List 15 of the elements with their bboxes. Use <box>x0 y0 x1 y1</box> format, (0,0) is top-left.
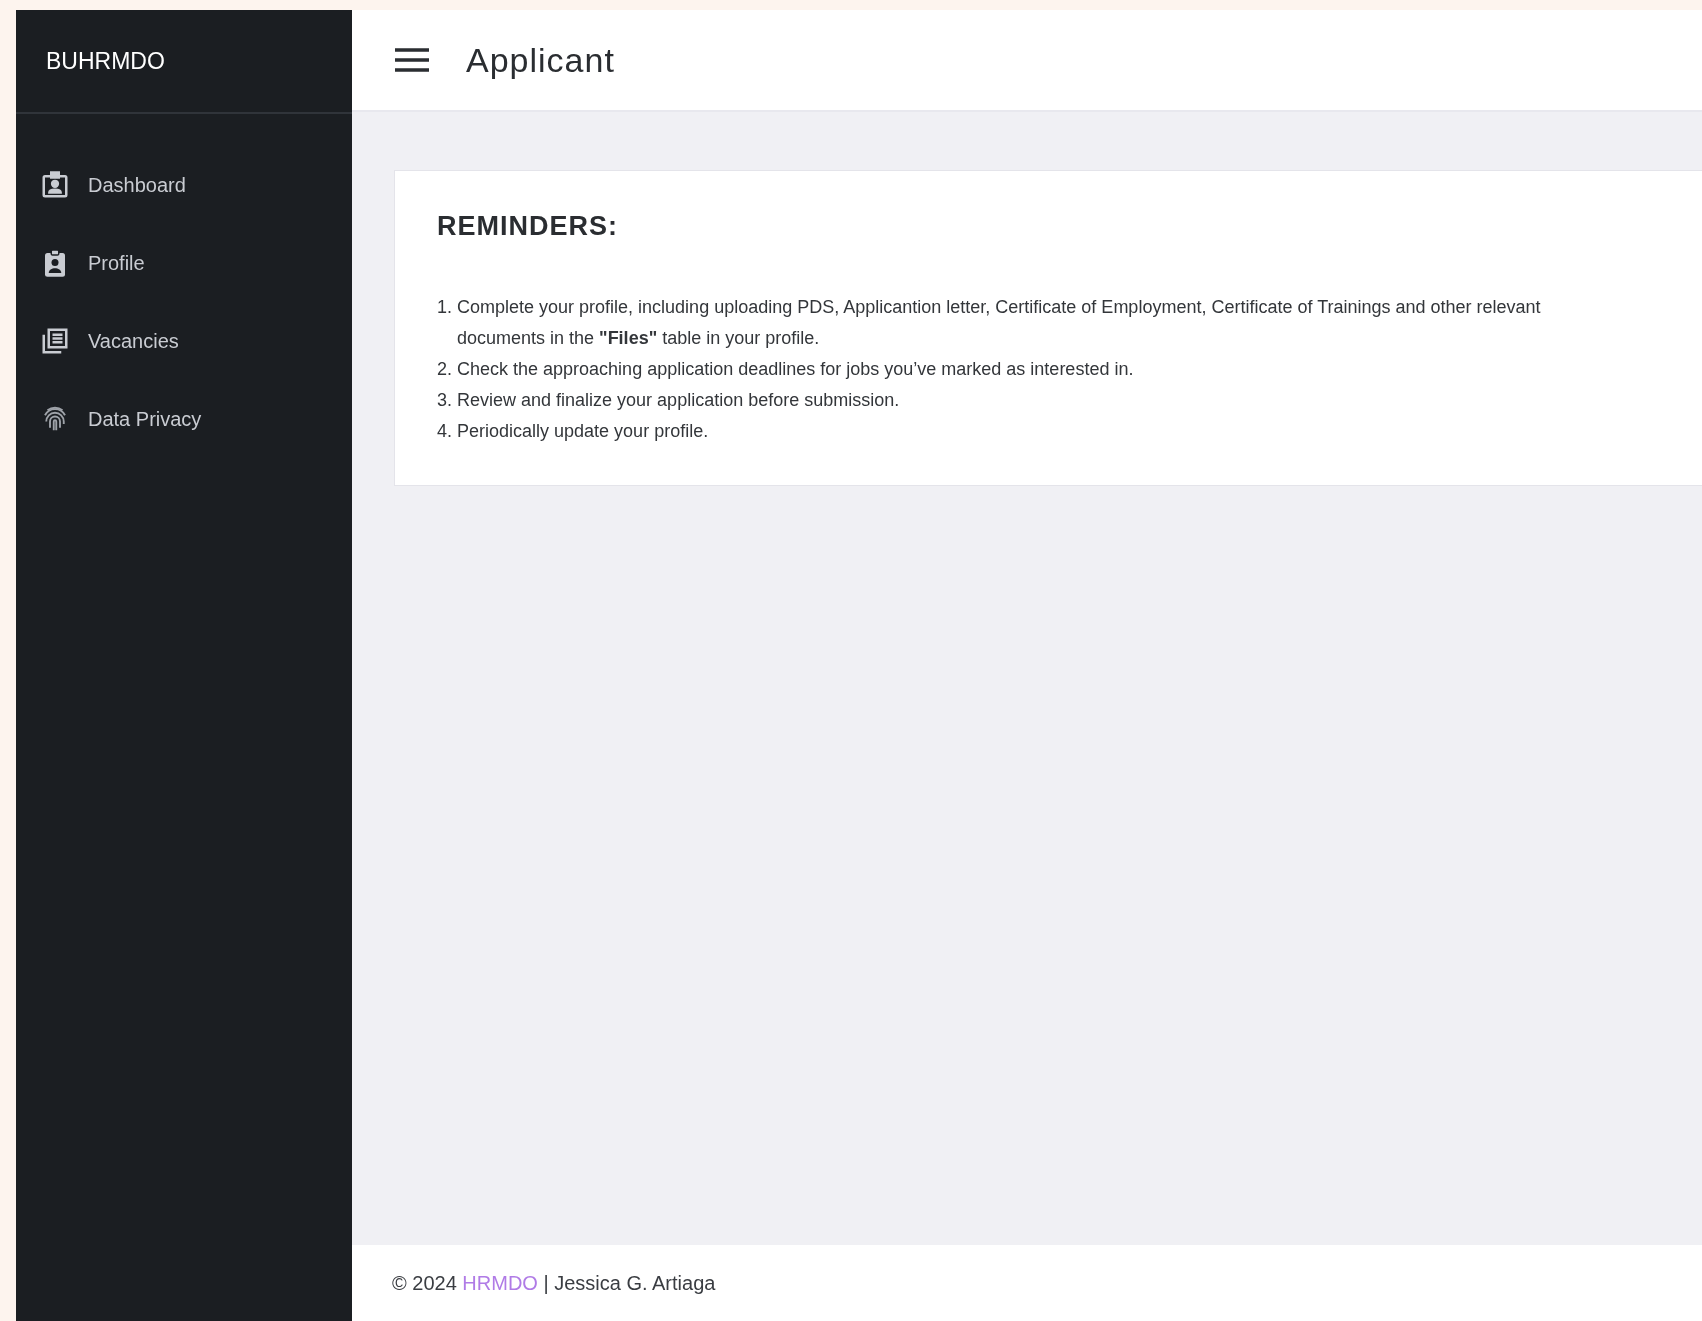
menu-icon <box>394 47 430 73</box>
reminder-item: 3. Review and finalize your application before submission. <box>437 389 901 412</box>
card-title: REMINDERS: <box>437 211 619 242</box>
reminder-item: 4. Periodically update your profile. <box>437 420 710 443</box>
sidebar-item[interactable]: Data Privacy <box>16 390 352 448</box>
id-badge-icon <box>40 170 70 200</box>
reminder-item: 1. Complete your profile, including uploading PDS, Applicantion letter, Certificate of Employment, Certificate of Trainings and other relevant documents in the "Files" table in your profile. <box>437 296 1542 350</box>
page-title: Applicant <box>466 40 615 80</box>
reminder-item: 2. Check the approaching application deadlines for jobs you’ve marked as interested in. <box>437 358 1135 381</box>
newspaper-icon <box>40 326 70 356</box>
menu-button[interactable] <box>394 47 430 73</box>
sidebar-item[interactable]: Vacancies <box>16 312 352 370</box>
sidebar-item[interactable]: Profile <box>16 234 352 292</box>
footer-text: © 2024 HRMDO | Jessica G. Artiaga <box>392 1271 716 1295</box>
sidebar-item[interactable]: Dashboard <box>16 156 352 214</box>
